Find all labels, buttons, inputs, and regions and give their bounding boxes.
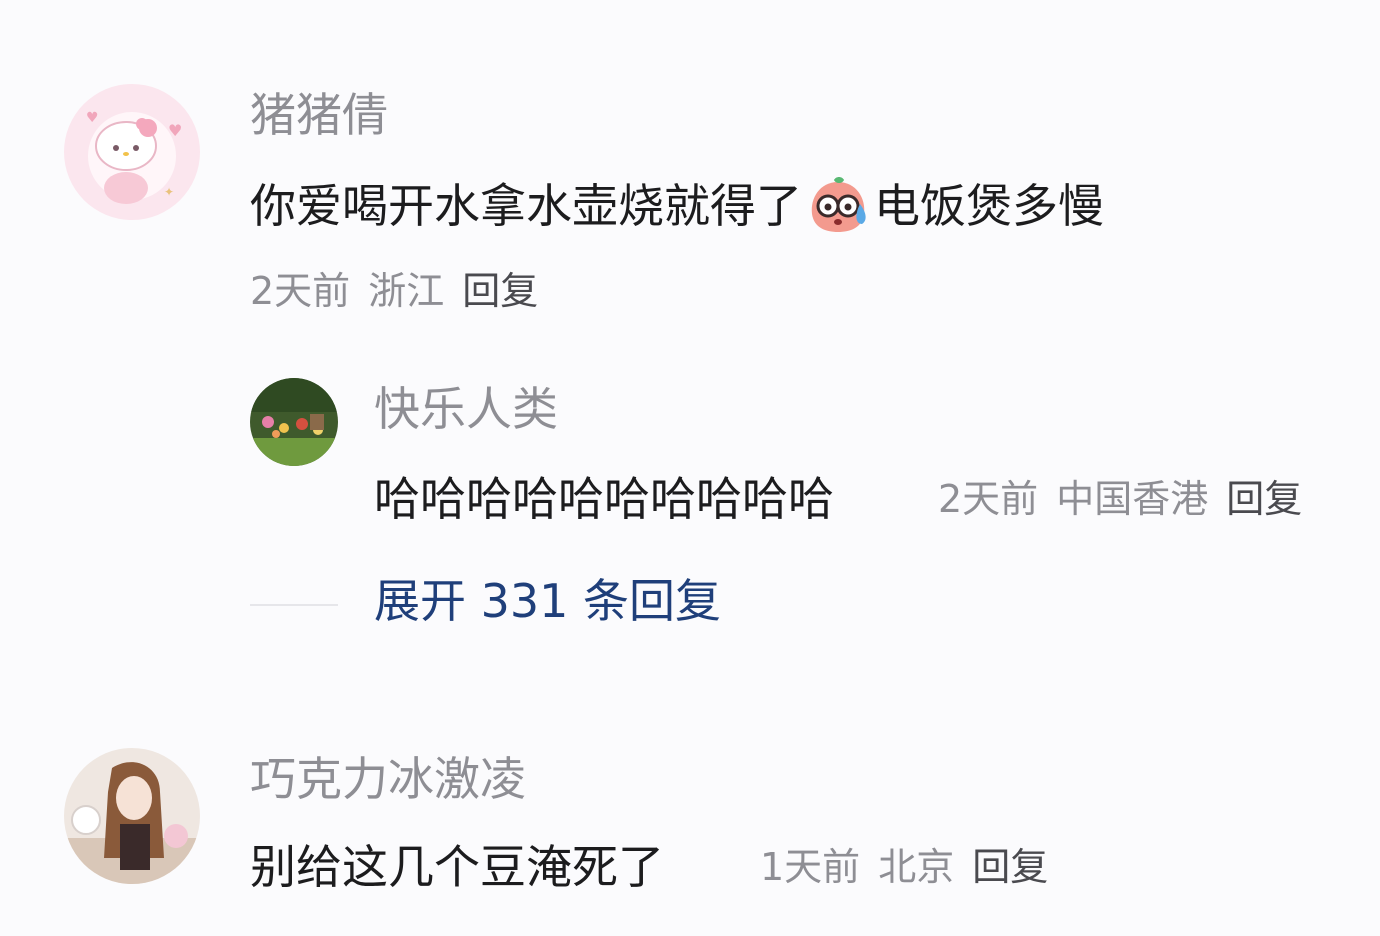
- reply-text: 哈哈哈哈哈哈哈哈哈哈: [374, 472, 834, 526]
- reply-meta: 2天前 中国香港 回复: [938, 480, 1302, 518]
- comment-location: 北京: [878, 845, 955, 889]
- svg-text:✦: ✦: [164, 185, 174, 199]
- comment-username[interactable]: 猪猪倩: [250, 92, 388, 138]
- reply-time: 2天前: [938, 477, 1039, 521]
- avatar-image: [250, 378, 338, 466]
- expand-divider: [250, 604, 338, 606]
- comment-time: 1天前: [760, 845, 861, 889]
- reply-location: 中国香港: [1056, 477, 1209, 521]
- comment-text-part: 你爱喝开水拿水壶烧就得了: [250, 179, 802, 233]
- avatar-image: [64, 748, 200, 884]
- avatar-image: ♥ ♥ ✦: [64, 84, 200, 220]
- comment-text: 你爱喝开水拿水壶烧就得了 电饭煲多慢: [250, 176, 1104, 243]
- reply-username[interactable]: 快乐人类: [374, 386, 558, 432]
- comment-location: 浙江: [368, 269, 445, 313]
- expand-replies-button[interactable]: 展开 331 条回复: [374, 578, 721, 624]
- comment-text: 别给这几个豆淹死了: [250, 840, 664, 894]
- reply-button[interactable]: 回复: [1226, 477, 1302, 521]
- comment-username[interactable]: 巧克力冰激凌: [250, 756, 526, 802]
- avatar-garden[interactable]: [250, 378, 338, 466]
- comment-meta: 2天前 浙江 回复: [250, 272, 556, 310]
- comment-text-part: 电饭煲多慢: [874, 179, 1104, 233]
- avatar-hello-kitty[interactable]: ♥ ♥ ✦: [64, 84, 200, 220]
- comment-time: 2天前: [250, 269, 351, 313]
- svg-text:♥: ♥: [86, 110, 99, 126]
- avatar-anime-girl[interactable]: [64, 748, 200, 884]
- reply-button[interactable]: 回复: [462, 269, 538, 313]
- sweat-face-emoji: [806, 176, 870, 243]
- reply-text-row: 哈哈哈哈哈哈哈哈哈哈: [374, 476, 834, 522]
- reply-button[interactable]: 回复: [972, 845, 1048, 889]
- comment-meta: 1天前 北京 回复: [760, 848, 1066, 886]
- svg-text:♥: ♥: [168, 121, 182, 140]
